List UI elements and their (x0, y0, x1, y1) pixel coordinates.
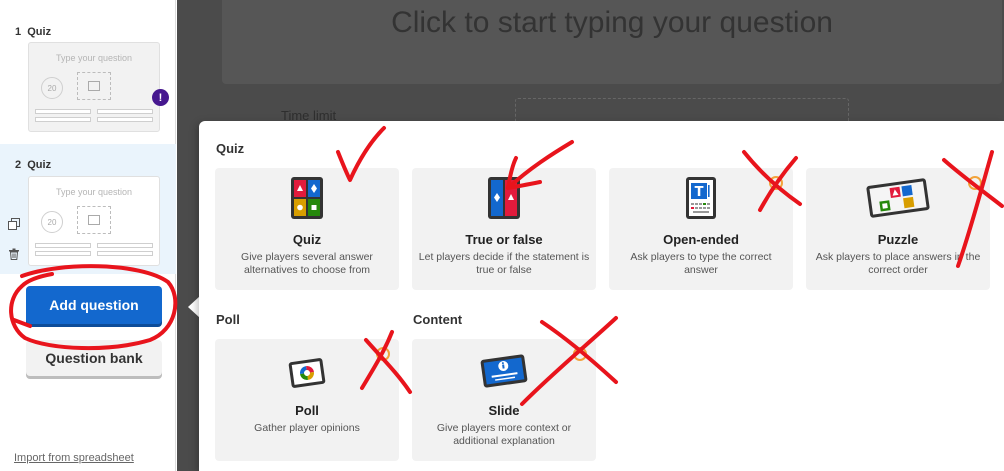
section-title-content: Content (413, 312, 463, 327)
question-type-popover: Quiz Poll Content Quiz Give players seve… (199, 121, 1004, 471)
card-title: Poll (295, 403, 319, 418)
card-title: Slide (488, 403, 520, 418)
puzzle-type-icon (866, 178, 930, 218)
card-description: Let players decide if the statement is t… (418, 251, 590, 276)
premium-badge-icon (769, 176, 783, 190)
card-description: Give players more context or additional … (436, 422, 572, 447)
question-bank-button[interactable]: Question bank (26, 340, 162, 376)
thumb-answer-lines (35, 109, 155, 123)
thumb-question-placeholder: Type your question (55, 187, 133, 197)
premium-badge-icon (968, 176, 982, 190)
question-type-puzzle[interactable]: Puzzle Ask players to place answers in t… (806, 168, 990, 290)
slide-preview: Type your question 20 (28, 42, 160, 132)
slide-thumbnail-2[interactable]: 2 Quiz Type your question 20 (0, 144, 176, 274)
sidebar: 1 Quiz Type your question 20 ! 2 Quiz Ty… (0, 0, 176, 471)
card-title: Open-ended (663, 232, 739, 247)
image-placeholder-icon (77, 72, 111, 100)
card-description: Ask players to type the correct answer (630, 251, 772, 276)
slide-number-label: 2 Quiz (15, 159, 52, 171)
import-spreadsheet-link[interactable]: Import from spreadsheet (14, 452, 134, 464)
question-type-true-or-false[interactable]: True or false Let players decide if the … (412, 168, 596, 290)
thumb-question-placeholder: Type your question (55, 53, 133, 63)
card-title: True or false (465, 232, 543, 247)
slide-number-label: 1 Quiz (15, 26, 52, 38)
section-title-quiz: Quiz (216, 141, 245, 156)
trash-icon[interactable] (8, 248, 20, 260)
card-title: Puzzle (877, 232, 919, 247)
add-question-button[interactable]: Add question (26, 286, 162, 324)
thumb-timer: 20 (41, 211, 63, 233)
question-type-poll[interactable]: Poll Gather player opinions (215, 339, 399, 461)
thumb-answer-lines (35, 243, 155, 257)
svg-text:T: T (695, 185, 704, 200)
warning-icon[interactable]: ! (152, 89, 169, 106)
card-description: Gather player opinions (254, 422, 360, 434)
section-title-poll: Poll (216, 312, 240, 327)
duplicate-icon[interactable] (8, 218, 20, 230)
poll-type-icon (288, 358, 326, 388)
thumb-timer: 20 (41, 77, 63, 99)
card-title: Quiz (292, 232, 322, 247)
question-type-quiz[interactable]: Quiz Give players several answer alterna… (215, 168, 399, 290)
card-description: Ask players to place answers in the corr… (815, 251, 981, 276)
slide-preview: Type your question 20 (28, 176, 160, 266)
slide-thumbnail-1[interactable]: 1 Quiz Type your question 20 ! (0, 12, 176, 138)
quiz-type-icon (291, 177, 323, 219)
true-false-type-icon (488, 177, 520, 219)
slide-type-icon (480, 354, 528, 388)
question-placeholder: Click to start typing your question (391, 6, 833, 39)
question-type-open-ended[interactable]: T Open-ended Ask players to type the cor… (609, 168, 793, 290)
open-ended-type-icon: T (686, 177, 716, 219)
image-placeholder-icon (77, 206, 111, 234)
question-type-slide[interactable]: Slide Give players more context or addit… (412, 339, 596, 461)
card-description: Give players several answer alternatives… (241, 251, 373, 276)
premium-badge-icon (376, 347, 390, 361)
question-input-area[interactable]: Click to start typing your question (222, 0, 1002, 84)
premium-badge-icon (573, 347, 587, 361)
